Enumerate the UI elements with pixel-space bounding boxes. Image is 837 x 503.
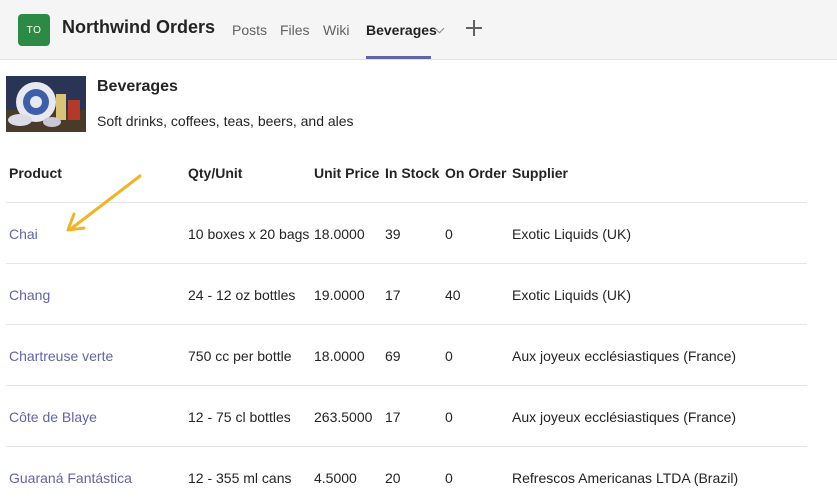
add-tab-icon[interactable] <box>466 20 482 36</box>
product-link[interactable]: Guaraná Fantástica <box>9 470 132 486</box>
on-order-cell: 0 <box>445 348 453 364</box>
product-link[interactable]: Chai <box>9 226 38 242</box>
column-header-product: Product <box>9 165 62 181</box>
in-stock-cell: 69 <box>385 348 401 364</box>
column-header-qty-unit: Qty/Unit <box>188 165 243 181</box>
qty-unit-cell: 12 - 75 cl bottles <box>188 409 291 425</box>
on-order-cell: 0 <box>445 409 453 425</box>
supplier-cell: Refrescos Americanas LTDA (Brazil) <box>512 470 739 486</box>
product-link[interactable]: Côte de Blaye <box>9 409 97 425</box>
on-order-cell: 0 <box>445 226 453 242</box>
unit-price-cell: 19.0000 <box>314 287 365 303</box>
column-header-in-stock: In Stock <box>385 165 440 181</box>
channel-header: TO Northwind Orders Posts Files Wiki Bev… <box>0 0 837 60</box>
tab-wiki[interactable]: Wiki <box>323 22 349 38</box>
team-name: Northwind Orders <box>62 17 216 37</box>
column-header-supplier: Supplier <box>512 165 569 181</box>
unit-price-cell: 18.0000 <box>314 226 365 242</box>
product-link[interactable]: Chartreuse verte <box>9 348 113 364</box>
supplier-cell: Aux joyeux ecclésiastiques (France) <box>512 348 737 364</box>
on-order-cell: 0 <box>445 470 453 486</box>
row-divider <box>6 324 807 325</box>
unit-price-cell: 18.0000 <box>314 348 365 364</box>
tab-posts[interactable]: Posts <box>232 22 267 38</box>
in-stock-cell: 20 <box>385 470 401 486</box>
active-tab-indicator <box>366 56 431 59</box>
column-header-unit-price: Unit Price <box>314 165 380 181</box>
in-stock-cell: 39 <box>385 226 401 242</box>
in-stock-cell: 17 <box>385 287 401 303</box>
category-image <box>6 76 86 132</box>
qty-unit-cell: 12 - 355 ml cans <box>188 470 292 486</box>
team-avatar[interactable]: TO <box>18 14 50 46</box>
column-header-on-order: On Order <box>445 165 507 181</box>
qty-unit-cell: 750 cc per bottle <box>188 348 292 364</box>
row-divider <box>6 385 807 386</box>
supplier-cell: Exotic Liquids (UK) <box>512 287 632 303</box>
qty-unit-cell: 24 - 12 oz bottles <box>188 287 296 303</box>
in-stock-cell: 17 <box>385 409 401 425</box>
annotation-arrow-icon <box>66 174 142 232</box>
product-link[interactable]: Chang <box>9 287 50 303</box>
row-divider <box>6 446 807 447</box>
unit-price-cell: 263.5000 <box>314 409 373 425</box>
unit-price-cell: 4.5000 <box>314 470 357 486</box>
tab-files[interactable]: Files <box>280 22 310 38</box>
category-title: Beverages <box>97 78 178 95</box>
tab-beverages[interactable]: Beverages <box>366 22 437 38</box>
on-order-cell: 40 <box>445 287 461 303</box>
row-divider <box>6 263 807 264</box>
category-description: Soft drinks, coffees, teas, beers, and a… <box>97 113 354 129</box>
supplier-cell: Aux joyeux ecclésiastiques (France) <box>512 409 737 425</box>
supplier-cell: Exotic Liquids (UK) <box>512 226 632 242</box>
qty-unit-cell: 10 boxes x 20 bags <box>188 226 310 242</box>
